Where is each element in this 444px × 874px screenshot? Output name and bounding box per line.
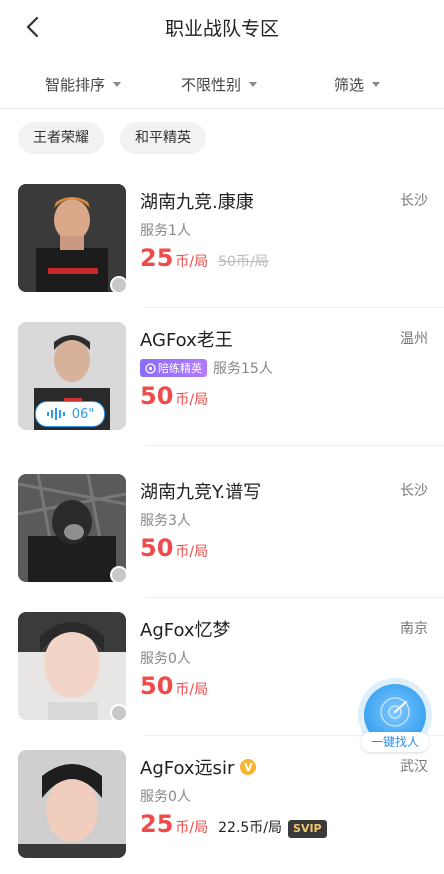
filter-bar: 智能排序 不限性别 筛选 — [0, 60, 444, 109]
svip-badge: SVIP — [288, 820, 327, 838]
price-unit: 币/局 — [175, 392, 209, 408]
avatar — [18, 474, 126, 582]
player-city: 武汉 — [400, 759, 428, 775]
price: 50 币/局 — [140, 672, 208, 700]
price: 25 币/局 50币/局 — [140, 244, 269, 272]
player-name: 湖南九竞.康康 — [140, 192, 254, 213]
player-name: AgFox忆梦 — [140, 620, 231, 641]
service-count: 服务15人 — [213, 361, 273, 377]
elite-badge-label: 陪练精英 — [158, 362, 202, 375]
game-tags: 王者荣耀 和平精英 — [0, 118, 444, 162]
player-city: 长沙 — [400, 483, 428, 499]
price: 25 币/局 22.5币/局 SVIP — [140, 810, 327, 838]
caret-down-icon — [113, 82, 122, 87]
avatar — [18, 750, 126, 858]
service-count: 服务3人 — [140, 513, 191, 529]
player-name-row: AgFox远sir V — [140, 754, 257, 780]
screen-filter-label: 筛选 — [334, 76, 365, 94]
tag-honor-of-kings[interactable]: 王者荣耀 — [18, 122, 104, 154]
price: 50 币/局 — [140, 534, 208, 562]
online-status-dot — [110, 704, 128, 722]
price-unit: 币/局 — [175, 544, 209, 560]
player-row[interactable]: 06" AGFox老王 温州 陪练精英 服务15人 50 币/局 — [0, 308, 444, 446]
price-unit: 币/局 — [175, 820, 209, 836]
caret-down-icon — [372, 82, 381, 87]
find-person-label[interactable]: 一键找人 — [361, 732, 429, 752]
price-value: 50 — [140, 534, 174, 562]
price-unit: 币/局 — [175, 682, 209, 698]
elite-badge: 陪练精英 — [140, 359, 207, 377]
verified-icon: V — [240, 759, 257, 775]
player-name: 湖南九竞Y.谱写 — [140, 482, 262, 503]
divider — [145, 445, 444, 446]
tag-peace-elite[interactable]: 和平精英 — [120, 122, 206, 154]
avatar — [18, 184, 126, 292]
page-title: 职业战队专区 — [164, 18, 279, 40]
sort-filter[interactable]: 智能排序 — [45, 74, 122, 95]
player-name: AGFox老王 — [140, 330, 233, 351]
voice-duration: 06" — [71, 406, 95, 422]
gender-filter[interactable]: 不限性别 — [181, 74, 258, 95]
screen-filter[interactable]: 筛选 — [334, 74, 381, 95]
online-status-dot — [110, 566, 128, 584]
price-value: 50 — [140, 382, 174, 410]
service-count: 服务1人 — [140, 223, 191, 239]
price-unit: 币/局 — [175, 254, 209, 270]
original-price: 50币/局 — [218, 254, 269, 270]
online-status-dot — [110, 276, 128, 294]
price: 50 币/局 — [140, 382, 208, 410]
gender-filter-label: 不限性别 — [181, 76, 242, 94]
sound-wave-icon — [46, 408, 65, 420]
avatar — [18, 612, 126, 720]
player-row[interactable]: 湖南九竞.康康 长沙 服务1人 25 币/局 50币/局 — [0, 170, 444, 308]
header: 职业战队专区 — [0, 0, 444, 56]
service-row: 陪练精英 服务15人 — [140, 358, 273, 378]
caret-down-icon — [249, 82, 258, 87]
player-name: AgFox远sir — [140, 758, 235, 779]
svip-price: 22.5币/局 — [218, 820, 283, 836]
service-count: 服务0人 — [140, 651, 191, 667]
player-row[interactable]: 湖南九竞Y.谱写 长沙 服务3人 50 币/局 — [0, 460, 444, 598]
service-count: 服务0人 — [140, 789, 191, 805]
voice-intro-button[interactable]: 06" — [35, 401, 105, 427]
player-row[interactable]: AgFox远sir V 武汉 服务0人 25 币/局 22.5币/局 SVIP — [0, 736, 444, 874]
price-value: 25 — [140, 810, 174, 838]
sort-filter-label: 智能排序 — [45, 76, 106, 94]
price-value: 25 — [140, 244, 174, 272]
price-value: 50 — [140, 672, 174, 700]
elite-icon — [145, 362, 156, 374]
player-city: 温州 — [400, 331, 428, 347]
player-city: 长沙 — [400, 193, 428, 209]
player-city: 南京 — [400, 621, 428, 637]
